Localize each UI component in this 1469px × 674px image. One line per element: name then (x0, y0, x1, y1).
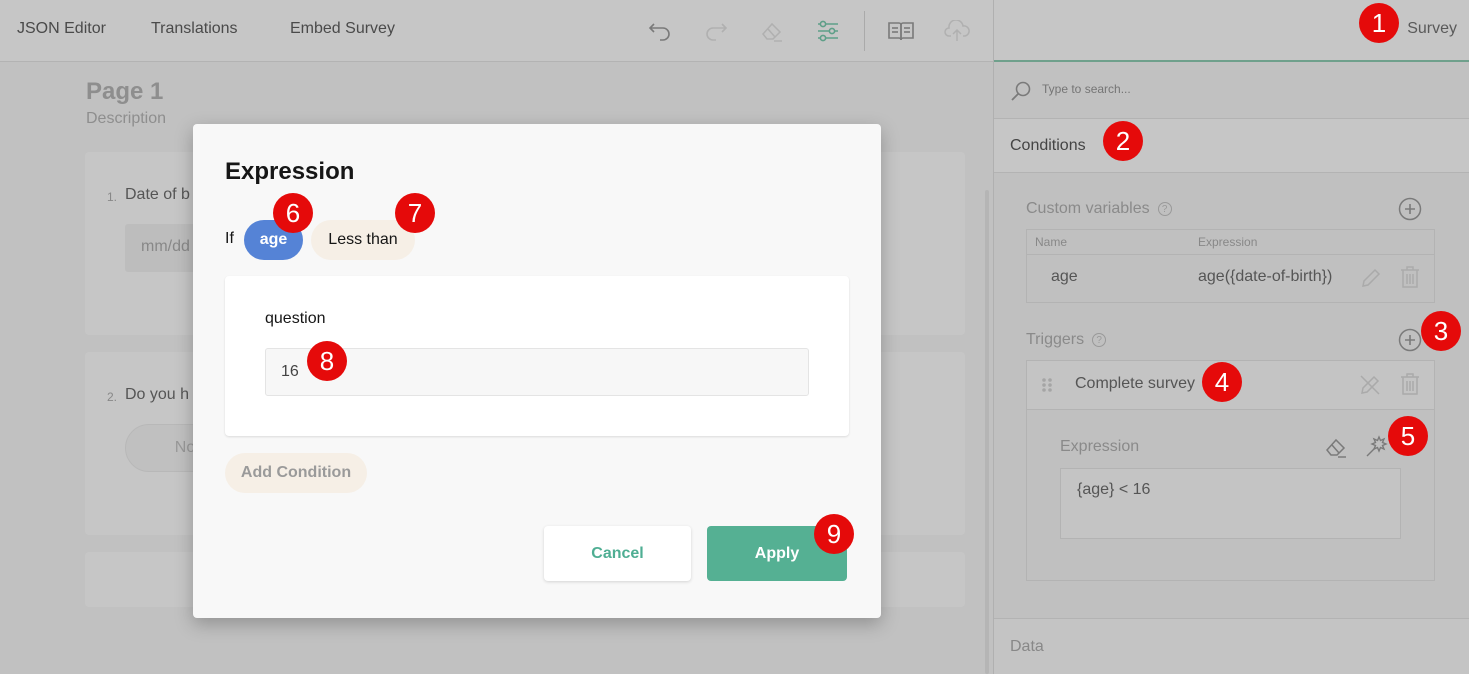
help-icon[interactable]: ? (1157, 202, 1172, 216)
trigger-type-label[interactable]: Complete survey (1075, 375, 1195, 393)
panel-search (994, 62, 1469, 119)
eraser-icon[interactable] (1324, 436, 1348, 463)
add-variable-button[interactable] (1398, 197, 1422, 221)
annotation-badge: 2 (1103, 121, 1143, 161)
triggers-label: Triggers ? (1026, 331, 1107, 349)
magic-wand-icon[interactable] (1365, 434, 1389, 463)
question-title[interactable]: Date of b (125, 186, 190, 204)
settings-sliders-icon[interactable] (815, 18, 841, 44)
toolbar-separator (864, 11, 865, 51)
tab-translations[interactable]: Translations (151, 20, 238, 38)
annotation-badge: 6 (273, 193, 313, 233)
tab-survey[interactable]: Survey (1407, 20, 1457, 38)
edit-pencil-icon[interactable] (1359, 266, 1383, 295)
conditions-section-header[interactable]: Conditions (994, 119, 1469, 173)
help-icon[interactable]: ? (1092, 333, 1107, 347)
conditions-title: Conditions (1010, 137, 1086, 154)
plus-circle-icon (1398, 328, 1422, 352)
custom-variables-table: Name Expression age age({date-of-birth}) (1026, 229, 1435, 303)
annotation-badge: 8 (307, 341, 347, 381)
property-grid-panel: Survey Conditions Custom variables ? Nam… (993, 0, 1469, 674)
search-icon (1010, 80, 1032, 107)
panel-header: Survey (994, 0, 1469, 62)
data-section-header[interactable]: Data (1010, 638, 1044, 656)
question-title[interactable]: Do you h (125, 386, 189, 404)
page-description[interactable]: Description (86, 110, 166, 128)
undo-icon[interactable] (647, 18, 673, 44)
annotation-badge: 9 (814, 514, 854, 554)
tab-embed-survey[interactable]: Embed Survey (290, 20, 395, 38)
book-icon[interactable] (888, 18, 914, 44)
custom-variables-label: Custom variables ? (1026, 200, 1172, 218)
question-number: 1. (107, 190, 118, 204)
annotation-badge: 1 (1359, 3, 1399, 43)
variable-expression: age({date-of-birth}) (1198, 268, 1333, 285)
expression-label: Expression (1060, 438, 1140, 455)
trigger-expression-textarea[interactable]: {age} < 16 (1060, 468, 1401, 539)
drag-handle-icon[interactable] (1041, 377, 1053, 398)
cloud-upload-icon[interactable] (944, 18, 970, 44)
annotation-badge: 7 (395, 193, 435, 233)
trash-icon[interactable] (1399, 372, 1421, 401)
add-trigger-button[interactable] (1398, 328, 1422, 352)
plus-circle-icon (1398, 197, 1422, 221)
tab-json-editor[interactable]: JSON Editor (17, 20, 106, 38)
annotation-badge: 3 (1421, 311, 1461, 351)
cancel-button[interactable]: Cancel (544, 526, 691, 581)
variable-name: age (1051, 268, 1078, 285)
column-header-name: Name (1035, 235, 1068, 249)
dialog-title: Expression (225, 158, 355, 185)
custom-variables-text: Custom variables (1026, 200, 1150, 217)
editor-scrollbar[interactable] (985, 190, 989, 674)
value-input[interactable] (265, 348, 809, 396)
search-input[interactable] (1042, 82, 1422, 96)
add-condition-button[interactable]: Add Condition (225, 453, 367, 493)
annotation-badge: 4 (1202, 362, 1242, 402)
question-label: question (265, 310, 326, 327)
column-header-expression: Expression (1198, 235, 1258, 249)
table-row[interactable]: age age({date-of-birth}) (1027, 255, 1434, 303)
table-header: Name Expression (1027, 230, 1434, 255)
redo-icon[interactable] (703, 18, 729, 44)
eraser-icon[interactable] (759, 18, 785, 44)
edit-off-icon[interactable] (1358, 373, 1382, 402)
page-title: Page 1 (86, 78, 164, 105)
trash-icon[interactable] (1399, 265, 1421, 294)
annotation-badge: 5 (1388, 416, 1428, 456)
if-label: If (225, 230, 234, 247)
triggers-text: Triggers (1026, 331, 1085, 348)
question-number: 2. (107, 390, 118, 404)
top-toolbar: JSON Editor Translations Embed Survey (0, 0, 993, 62)
